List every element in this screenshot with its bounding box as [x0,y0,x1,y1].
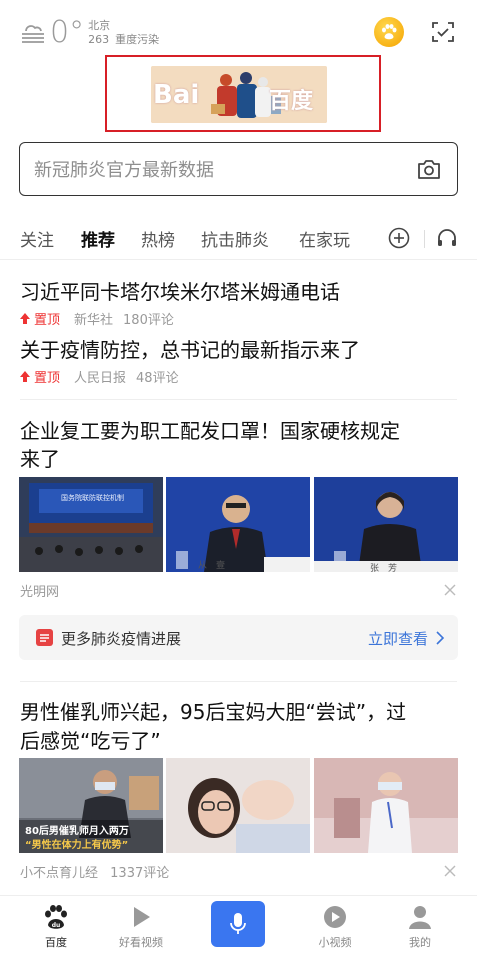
article-title-line-2[interactable]: 来了 [20,444,60,474]
tab-fight-pneumonia[interactable]: 抗击肺炎 [201,226,269,251]
user-icon [409,906,431,929]
svg-text:du: du [52,922,61,929]
dislike-close-icon[interactable] [443,583,457,597]
article-thumbnail-1[interactable]: 80后男催乳师月入两万 “男性在体力上有优势” [19,758,163,853]
channel-tabs: 关注 推荐 热榜 抗击肺炎 在家玩 [0,222,477,256]
nav-item-baidu[interactable]: du 百度 [16,896,96,956]
tab-divider [424,230,425,248]
document-icon [36,629,53,646]
feed-divider [20,399,457,400]
paw-icon [382,24,397,40]
pin-up-icon [20,371,30,382]
news-source: 新华社 [74,313,114,328]
search-input[interactable]: 新冠肺炎官方最新数据 [34,156,214,182]
aqi-value: 263 [88,33,110,46]
pin-up-icon [20,313,30,324]
image-caption-1: 国务院联防联控机制 [61,494,124,502]
pinned-news-meta-2: 置顶 人民日报 48评论 [20,367,179,386]
doodle-text-left: Bai [153,80,200,110]
headphone-icon[interactable] [436,227,458,249]
news-source: 小不点育儿经 [20,866,99,881]
aqi-label: 重度污染 [115,33,160,46]
article-title-line-1[interactable]: 男性催乳师兴起，95后宝妈大胆“尝试”，过 [20,697,406,727]
article-thumbnail-2[interactable] [166,758,310,853]
camera-icon[interactable] [417,158,441,180]
news-source: 光明网 [20,585,60,600]
bottom-nav: du 百度 好看视频 小视频 我的 [0,895,477,972]
tab-recommend[interactable]: 推荐 [81,226,115,251]
more-epidemic-label: 更多肺炎疫情进展 [61,630,182,648]
article-image-row[interactable]: 80后男催乳师月入两万 “男性在体力上有优势” [19,758,458,853]
nav-label: 我的 [409,936,431,949]
temperature: 0° [50,15,85,50]
search-box[interactable]: 新冠肺炎官方最新数据 [19,142,458,196]
pin-tag: 置顶 [34,313,61,328]
dislike-close-icon[interactable] [443,864,457,878]
image-overlay-text-2: “男性在体力上有优势” [25,840,129,851]
nav-label: 好看视频 [119,936,163,949]
article-image-row[interactable]: 国务院联防联控机制 从 壹 张 芳 [19,477,458,572]
weather-widget[interactable]: 0° 北京 263 重度污染 [20,14,159,52]
news-comments: 48评论 [136,371,179,386]
article-title-line-2[interactable]: 后感觉“吃亏了” [20,726,161,756]
doodle-highlight-frame: Bai 百度 [105,55,381,132]
article-thumbnail-3[interactable]: 张 芳 [314,477,458,572]
news-comments: 180评论 [123,313,174,328]
tab-hot-list[interactable]: 热榜 [141,226,175,251]
city-name: 北京 [88,19,111,32]
chevron-right-icon [436,631,445,645]
tab-follow[interactable]: 关注 [20,226,54,251]
add-channel-icon[interactable] [388,227,410,249]
image-overlay-text-1: 80后男催乳师月入两万 [25,826,129,837]
nav-item-mine[interactable]: 我的 [380,896,460,956]
pinned-news-meta-1: 置顶 新华社 180评论 [20,309,174,328]
pinned-news-title-2[interactable]: 关于疫情防控，总书记的最新指示来了 [20,335,360,365]
feed-divider [20,681,457,682]
pinned-news-title-1[interactable]: 习近平同卡塔尔埃米尔塔米姆通电话 [20,277,340,307]
article-title-line-1[interactable]: 企业复工要为职工配发口罩！国家硬核规定 [20,416,400,446]
article-thumbnail-1[interactable]: 国务院联防联控机制 [19,477,163,572]
nav-item-haokan-video[interactable]: 好看视频 [101,896,181,956]
tab-play-at-home[interactable]: 在家玩 [299,226,350,251]
image-caption-2: 从 壹 [198,561,226,571]
article-source-2: 小不点育儿经 1337评论 [20,862,169,881]
play-icon [134,907,150,927]
fog-cloud-icon [22,25,44,43]
more-epidemic-banner[interactable]: 更多肺炎疫情进展 立即查看 [19,615,458,660]
article-thumbnail-3[interactable] [314,758,458,853]
doodle-text-right: 百度 [269,89,314,114]
microphone-icon [230,913,246,934]
pin-tag: 置顶 [34,371,61,386]
news-comments: 1337评论 [110,866,170,881]
tabs-divider-line [0,259,477,260]
nav-item-short-video[interactable]: 小视频 [295,896,375,956]
article-source-1: 光明网 [20,581,59,600]
nav-label: 小视频 [318,936,352,949]
baidu-doodle[interactable]: Bai 百度 [151,66,327,123]
article-thumbnail-2[interactable]: 从 壹 [166,477,310,572]
nav-label: 百度 [45,936,67,949]
image-caption-3: 张 芳 [370,564,398,572]
view-now-link[interactable]: 立即查看 [368,628,428,649]
baidu-paw-icon: du [45,905,67,929]
scan-icon[interactable] [431,20,455,44]
avatar[interactable] [374,17,404,47]
news-source: 人民日报 [74,371,127,386]
small-video-icon [324,906,346,928]
voice-search-button[interactable] [211,901,265,947]
